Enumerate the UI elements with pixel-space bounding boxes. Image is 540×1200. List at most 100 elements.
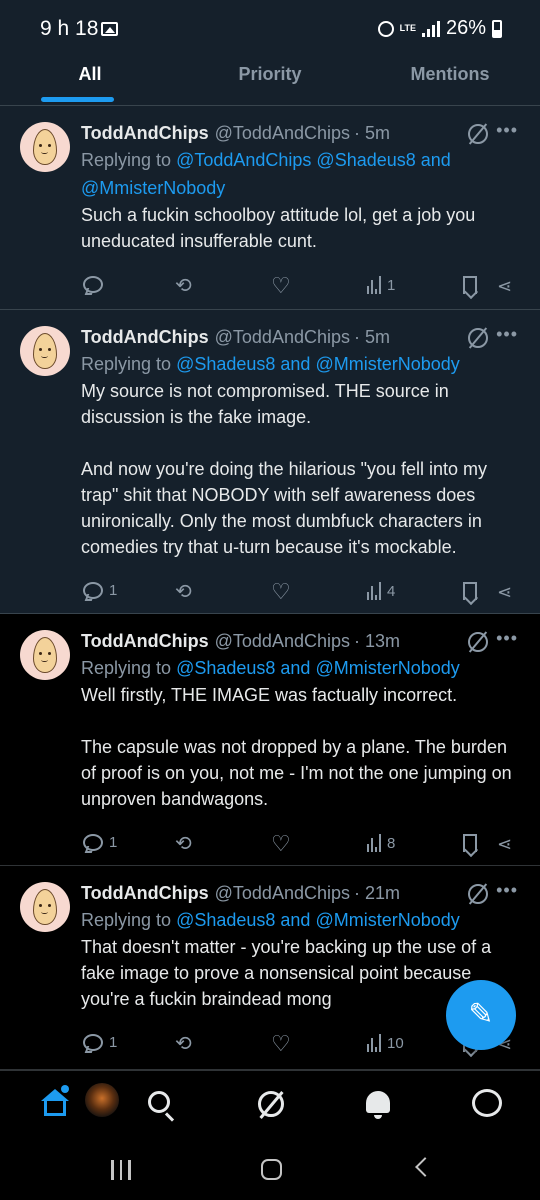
replying-to-mentions[interactable]: @Shadeus8 and @MmisterNobody — [176, 658, 460, 678]
grok-icon[interactable] — [468, 632, 488, 652]
views-icon — [367, 1034, 381, 1052]
tweet-actions: 1 ⟲ ♡ 4 ⋖ — [81, 574, 520, 614]
author-name[interactable]: ToddAndChips — [81, 880, 209, 906]
messages-icon[interactable] — [472, 1089, 502, 1117]
share-icon: ⋖ — [497, 276, 513, 296]
reply-button[interactable]: 1 — [83, 582, 117, 599]
reply-count: 1 — [109, 1034, 118, 1051]
reply-button[interactable]: 1 — [83, 834, 117, 851]
share-button[interactable]: ⋖ — [497, 834, 512, 855]
views-button[interactable]: 4 — [367, 582, 395, 600]
notification-feed: ••• ToddAndChips @ToddAndChips · 5m Repl… — [0, 106, 540, 1070]
bookmark-icon — [463, 582, 477, 600]
tweet-time: · 21m — [354, 883, 401, 903]
views-button[interactable]: 1 — [367, 276, 395, 294]
views-count: 1 — [387, 276, 396, 294]
author-handle: @ToddAndChips — [214, 631, 350, 651]
tweet-actions: 1 ⟲ ♡ 8 ⋖ — [81, 826, 520, 866]
gallery-notification-icon — [101, 22, 118, 36]
avatar[interactable] — [20, 882, 70, 932]
tweet[interactable]: ••• ToddAndChips @ToddAndChips · 13m Rep… — [0, 614, 540, 866]
tab-priority[interactable]: Priority — [180, 44, 360, 105]
retweet-button[interactable]: ⟲ — [175, 834, 192, 854]
back-button[interactable] — [415, 1157, 435, 1177]
bookmark-button[interactable] — [463, 276, 477, 294]
reply-button[interactable]: 1 — [83, 1034, 117, 1051]
tweet-text: My source is not compromised. THE source… — [81, 378, 520, 560]
reply-count: 1 — [109, 582, 118, 599]
author-name[interactable]: ToddAndChips — [81, 120, 209, 146]
views-button[interactable]: 10 — [367, 1034, 404, 1052]
author-handle: @ToddAndChips — [214, 123, 350, 143]
views-icon — [367, 276, 381, 294]
views-count: 10 — [387, 1034, 404, 1052]
tweet-paragraph: Well firstly, THE IMAGE was factually in… — [81, 685, 458, 705]
grok-icon[interactable] — [468, 328, 488, 348]
author-name[interactable]: ToddAndChips — [81, 324, 209, 350]
avatar[interactable] — [20, 122, 70, 172]
heart-icon: ♡ — [271, 831, 291, 856]
home-button[interactable] — [261, 1159, 282, 1180]
heart-icon: ♡ — [271, 1031, 291, 1056]
author-name[interactable]: ToddAndChips — [81, 628, 209, 654]
more-icon[interactable]: ••• — [496, 628, 518, 649]
like-button[interactable]: ♡ — [271, 273, 291, 298]
replying-to: Replying to @Shadeus8 and @MmisterNobody — [81, 654, 520, 682]
author-handle: @ToddAndChips — [214, 327, 350, 347]
tweet-time: · 5m — [354, 123, 390, 143]
replying-to-mentions[interactable]: @Shadeus8 and @MmisterNobody — [176, 354, 460, 374]
replying-to-mentions[interactable]: @Shadeus8 and @MmisterNobody — [176, 910, 460, 930]
share-icon: ⋖ — [497, 834, 513, 854]
like-button[interactable]: ♡ — [271, 579, 291, 604]
share-button[interactable]: ⋖ — [497, 582, 512, 603]
share-button[interactable]: ⋖ — [497, 276, 512, 297]
retweet-icon: ⟲ — [175, 275, 192, 297]
grok-icon[interactable] — [258, 1091, 284, 1117]
home-icon[interactable] — [40, 1089, 70, 1117]
like-button[interactable]: ♡ — [271, 831, 291, 856]
heart-icon: ♡ — [271, 273, 291, 298]
unread-dot — [61, 1085, 69, 1093]
views-button[interactable]: 8 — [367, 834, 395, 852]
heart-icon: ♡ — [271, 579, 291, 604]
bookmark-button[interactable] — [463, 582, 477, 600]
tweet-paragraph: And now you're doing the hilarious "you … — [81, 459, 488, 557]
battery-icon — [492, 19, 502, 38]
more-icon[interactable]: ••• — [496, 880, 518, 901]
bottom-nav — [0, 1070, 540, 1136]
tab-mentions[interactable]: Mentions — [360, 44, 540, 105]
tweet[interactable]: ••• ToddAndChips @ToddAndChips · 5m Repl… — [0, 310, 540, 614]
tweet-time: · 13m — [354, 631, 401, 651]
avatar[interactable] — [85, 1083, 119, 1117]
status-time: 9 h 18 — [40, 17, 99, 40]
avatar[interactable] — [20, 630, 70, 680]
retweet-button[interactable]: ⟲ — [175, 276, 192, 296]
reply-button[interactable] — [83, 276, 109, 293]
replying-prefix: Replying to — [81, 910, 177, 930]
grok-icon[interactable] — [468, 884, 488, 904]
like-button[interactable]: ♡ — [271, 1031, 291, 1056]
retweet-button[interactable]: ⟲ — [175, 1034, 192, 1054]
reply-icon — [83, 276, 103, 293]
retweet-icon: ⟲ — [175, 1033, 192, 1055]
compose-button[interactable]: ✎ — [446, 980, 516, 1050]
tweet[interactable]: ••• ToddAndChips @ToddAndChips · 5m Repl… — [0, 106, 540, 310]
more-icon[interactable]: ••• — [496, 324, 518, 345]
status-indicators: LTE 26% — [377, 17, 502, 40]
reply-icon — [83, 582, 103, 599]
recents-button[interactable] — [111, 1160, 131, 1180]
replying-to: Replying to @Shadeus8 and @MmisterNobody — [81, 350, 520, 378]
bell-icon[interactable] — [366, 1091, 390, 1119]
grok-icon[interactable] — [468, 124, 488, 144]
bookmark-button[interactable] — [463, 834, 477, 852]
views-icon — [367, 834, 381, 852]
search-icon[interactable] — [148, 1091, 170, 1113]
replying-prefix: Replying to — [81, 658, 177, 678]
retweet-button[interactable]: ⟲ — [175, 582, 192, 602]
retweet-icon: ⟲ — [175, 581, 192, 603]
tab-all[interactable]: All — [0, 44, 180, 105]
tweet-paragraph: The capsule was not dropped by a plane. … — [81, 737, 512, 809]
battery-percent: 26% — [445, 17, 486, 39]
avatar[interactable] — [20, 326, 70, 376]
more-icon[interactable]: ••• — [496, 120, 518, 141]
